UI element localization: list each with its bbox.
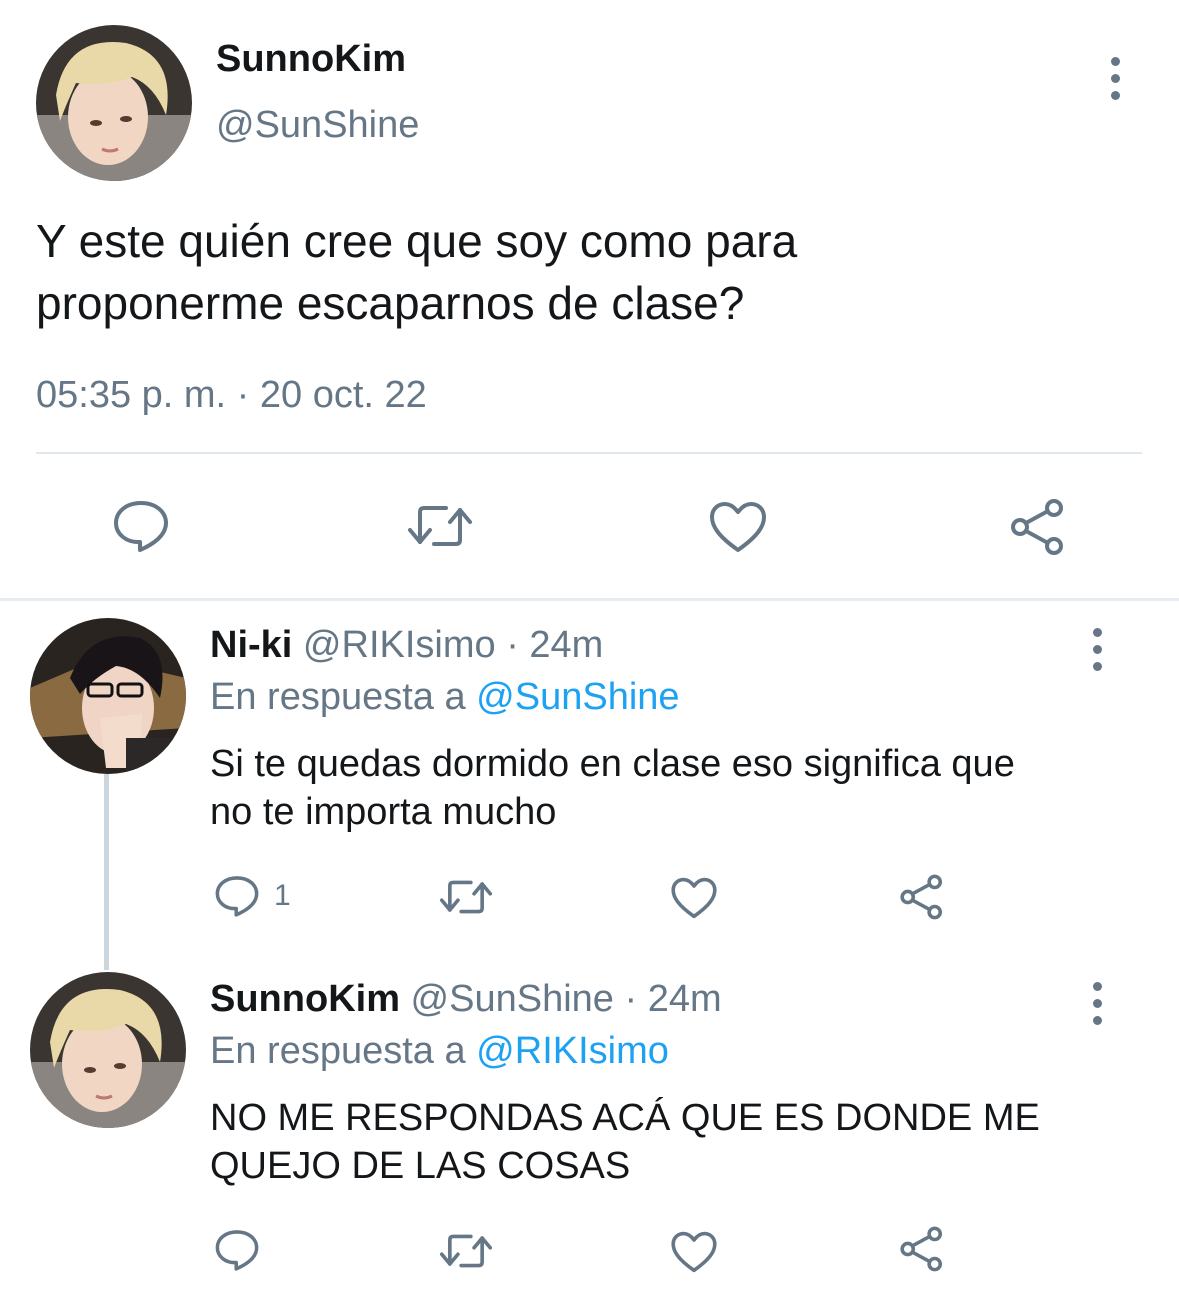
author-handle[interactable]: @SunShine [216, 104, 419, 147]
reply-button[interactable] [214, 1228, 260, 1272]
speech-bubble-icon [215, 1230, 259, 1271]
reply-header: SunnoKim @SunShine · 24m [210, 978, 722, 1021]
speech-bubble-icon [114, 501, 168, 552]
reply-handle[interactable]: @RIKIsimo [303, 624, 496, 666]
reply-button[interactable] [112, 498, 170, 554]
reply-text-line: QUEJO DE LAS COSAS [210, 1145, 631, 1187]
retweet-icon [440, 880, 492, 914]
like-button[interactable] [708, 500, 768, 554]
reply-context-mention[interactable]: @SunShine [476, 676, 679, 718]
reply-age[interactable]: · 24m [625, 978, 722, 1020]
tweet-text-line: proponerme escaparnos de clase? [36, 277, 745, 329]
like-button[interactable] [670, 876, 718, 920]
share-icon [900, 1226, 943, 1272]
vertical-dots-icon [1092, 628, 1102, 637]
more-options-button[interactable] [1088, 628, 1106, 671]
retweet-icon [408, 506, 472, 546]
section-divider [0, 598, 1179, 601]
reply-count: 1 [274, 879, 291, 912]
retweet-button[interactable] [440, 876, 492, 918]
reply-avatar[interactable] [30, 618, 186, 774]
author-avatar[interactable] [36, 25, 192, 181]
share-icon [900, 874, 943, 920]
more-options-button[interactable] [1106, 57, 1124, 100]
share-button[interactable] [1008, 498, 1068, 556]
reply-text: NO ME RESPONDAS ACÁ QUE ES DONDE ME QUEJ… [210, 1094, 1040, 1190]
tweet-timestamp[interactable]: 05:35 p. m. · 20 oct. 22 [36, 374, 427, 417]
share-icon [1011, 499, 1063, 555]
retweet-icon [440, 1234, 492, 1268]
retweet-button[interactable] [440, 1230, 492, 1272]
reply-handle[interactable]: @SunShine [411, 978, 614, 1020]
reply-age[interactable]: · 24m [506, 624, 603, 666]
reply-context: En respuesta a @SunShine [210, 676, 680, 719]
reply-avatar[interactable] [30, 972, 186, 1128]
heart-icon [710, 502, 766, 552]
heart-icon [671, 1231, 717, 1273]
share-button[interactable] [898, 874, 946, 920]
reply-text-line: NO ME RESPONDAS ACÁ QUE ES DONDE ME [210, 1097, 1040, 1139]
tweet-text-line: Y este quién cree que soy como para [36, 215, 798, 267]
more-options-button[interactable] [1088, 982, 1106, 1025]
reply-text-line: no te importa mucho [210, 791, 557, 833]
reply-header: Ni-ki @RIKIsimo · 24m [210, 624, 603, 667]
reply-text-line: Si te quedas dormido en clase eso signif… [210, 743, 1015, 785]
divider [36, 452, 1142, 454]
share-button[interactable] [898, 1226, 946, 1272]
reply-context-mention[interactable]: @RIKIsimo [476, 1030, 669, 1072]
reply-context: En respuesta a @RIKIsimo [210, 1030, 669, 1073]
like-button[interactable] [670, 1230, 718, 1274]
thread-line [104, 774, 109, 970]
retweet-button[interactable] [408, 500, 472, 552]
reply-display-name[interactable]: Ni-ki [210, 624, 292, 666]
reply-context-prefix: En respuesta a [210, 1030, 466, 1072]
reply-context-prefix: En respuesta a [210, 676, 466, 718]
reply-display-name[interactable]: SunnoKim [210, 978, 400, 1020]
vertical-dots-icon [1110, 57, 1120, 66]
author-display-name[interactable]: SunnoKim [216, 38, 406, 81]
heart-icon [671, 877, 717, 919]
reply-text: Si te quedas dormido en clase eso signif… [210, 740, 1015, 836]
speech-bubble-icon [215, 876, 259, 917]
vertical-dots-icon [1092, 982, 1102, 991]
tweet-text: Y este quién cree que soy como para prop… [36, 210, 797, 334]
reply-button[interactable]: 1 [214, 874, 291, 918]
